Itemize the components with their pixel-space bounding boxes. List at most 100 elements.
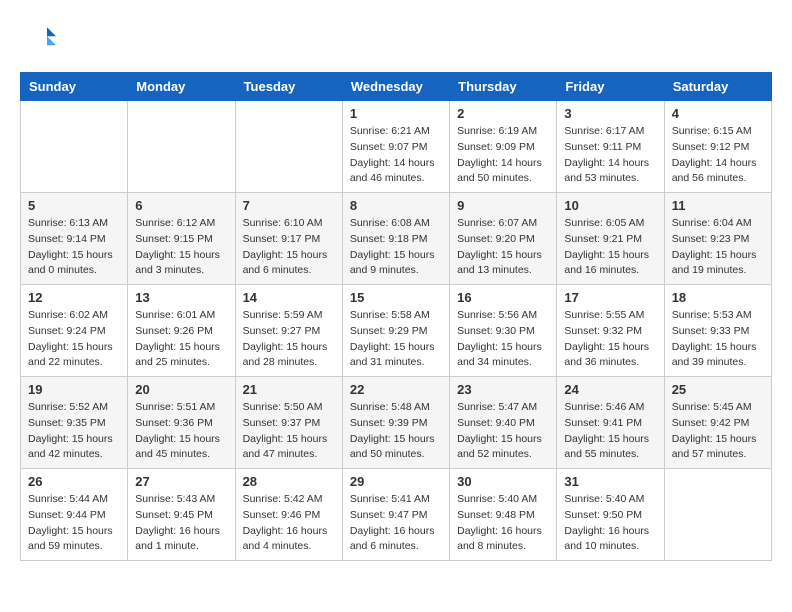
- calendar-cell: 18Sunrise: 5:53 AM Sunset: 9:33 PM Dayli…: [664, 285, 771, 377]
- day-info: Sunrise: 5:50 AM Sunset: 9:37 PM Dayligh…: [243, 400, 335, 463]
- day-number: 27: [135, 474, 227, 489]
- day-info: Sunrise: 6:13 AM Sunset: 9:14 PM Dayligh…: [28, 216, 120, 279]
- calendar-cell: 22 Sunrise: 5:48 AM Sunset: 9:39 PM Dayli…: [342, 377, 449, 469]
- day-info: Sunrise: 6:15 AM Sunset: 9:12 PM Dayligh…: [672, 124, 764, 187]
- day-number: 22: [350, 382, 442, 397]
- calendar-cell: 9 Sunrise: 6:07 AM Sunset: 9:20 PM Daylig…: [450, 193, 557, 285]
- day-info: Sunrise: 5:56 AM Sunset: 9:30 PM Dayligh…: [457, 308, 549, 371]
- day-info: Sunrise: 6:01 AM Sunset: 9:26 PM Dayligh…: [135, 308, 227, 371]
- day-info: Sunrise: 6:04 AM Sunset: 9:23 PM Dayligh…: [672, 216, 764, 279]
- calendar-cell: 11Sunrise: 6:04 AM Sunset: 9:23 PM Dayli…: [664, 193, 771, 285]
- day-info: Sunrise: 5:45 AM Sunset: 9:42 PM Dayligh…: [672, 400, 764, 463]
- day-number: 8: [350, 198, 442, 213]
- day-number: 6: [135, 198, 227, 213]
- day-info: Sunrise: 5:47 AM Sunset: 9:40 PM Dayligh…: [457, 400, 549, 463]
- day-number: 25: [672, 382, 764, 397]
- day-number: 15: [350, 290, 442, 305]
- calendar-cell: 14 Sunrise: 5:59 AM Sunset: 9:27 PM Dayli…: [235, 285, 342, 377]
- day-info: Sunrise: 6:10 AM Sunset: 9:17 PM Dayligh…: [243, 216, 335, 279]
- calendar-cell: 1 Sunrise: 6:21 AM Sunset: 9:07 PM Daylig…: [342, 101, 449, 193]
- calendar-cell: 31 Sunrise: 5:40 AM Sunset: 9:50 PM Dayli…: [557, 469, 664, 561]
- calendar-cell: 15 Sunrise: 5:58 AM Sunset: 9:29 PM Dayli…: [342, 285, 449, 377]
- calendar-cell: 3 Sunrise: 6:17 AM Sunset: 9:11 PM Daylig…: [557, 101, 664, 193]
- day-number: 17: [564, 290, 656, 305]
- logo-icon: [20, 20, 56, 56]
- calendar-cell: 21 Sunrise: 5:50 AM Sunset: 9:37 PM Dayli…: [235, 377, 342, 469]
- day-info: Sunrise: 5:43 AM Sunset: 9:45 PM Dayligh…: [135, 492, 227, 555]
- day-number: 23: [457, 382, 549, 397]
- day-number: 13: [135, 290, 227, 305]
- calendar-cell: 29Sunrise: 5:41 AM Sunset: 9:47 PM Dayli…: [342, 469, 449, 561]
- calendar-cell: 13 Sunrise: 6:01 AM Sunset: 9:26 PM Dayli…: [128, 285, 235, 377]
- day-number: 28: [243, 474, 335, 489]
- day-info: Sunrise: 6:07 AM Sunset: 9:20 PM Dayligh…: [457, 216, 549, 279]
- calendar-header-saturday: Saturday: [664, 73, 771, 101]
- day-info: Sunrise: 6:08 AM Sunset: 9:18 PM Dayligh…: [350, 216, 442, 279]
- day-info: Sunrise: 5:55 AM Sunset: 9:32 PM Dayligh…: [564, 308, 656, 371]
- day-info: Sunrise: 5:52 AM Sunset: 9:35 PM Dayligh…: [28, 400, 120, 463]
- day-number: 26: [28, 474, 120, 489]
- calendar-cell: 20Sunrise: 5:51 AM Sunset: 9:36 PM Dayli…: [128, 377, 235, 469]
- calendar-cell: 30 Sunrise: 5:40 AM Sunset: 9:48 PM Dayli…: [450, 469, 557, 561]
- day-info: Sunrise: 5:46 AM Sunset: 9:41 PM Dayligh…: [564, 400, 656, 463]
- day-number: 12: [28, 290, 120, 305]
- calendar-week-row: 1 Sunrise: 6:21 AM Sunset: 9:07 PM Daylig…: [21, 101, 772, 193]
- calendar-cell: 7 Sunrise: 6:10 AM Sunset: 9:17 PM Daylig…: [235, 193, 342, 285]
- calendar-header-monday: Monday: [128, 73, 235, 101]
- calendar-week-row: 5 Sunrise: 6:13 AM Sunset: 9:14 PM Daylig…: [21, 193, 772, 285]
- day-info: Sunrise: 5:48 AM Sunset: 9:39 PM Dayligh…: [350, 400, 442, 463]
- day-number: 4: [672, 106, 764, 121]
- day-number: 24: [564, 382, 656, 397]
- day-info: Sunrise: 5:40 AM Sunset: 9:48 PM Dayligh…: [457, 492, 549, 555]
- calendar-cell: 25 Sunrise: 5:45 AM Sunset: 9:42 PM Dayli…: [664, 377, 771, 469]
- calendar-cell: 12 Sunrise: 6:02 AM Sunset: 9:24 PM Dayli…: [21, 285, 128, 377]
- calendar-cell: 26 Sunrise: 5:44 AM Sunset: 9:44 PM Dayli…: [21, 469, 128, 561]
- calendar-cell: 28 Sunrise: 5:42 AM Sunset: 9:46 PM Dayli…: [235, 469, 342, 561]
- calendar-header-sunday: Sunday: [21, 73, 128, 101]
- calendar-cell: [21, 101, 128, 193]
- day-number: 1: [350, 106, 442, 121]
- calendar-cell: 24 Sunrise: 5:46 AM Sunset: 9:41 PM Dayli…: [557, 377, 664, 469]
- calendar-cell: [664, 469, 771, 561]
- day-number: 5: [28, 198, 120, 213]
- day-info: Sunrise: 5:58 AM Sunset: 9:29 PM Dayligh…: [350, 308, 442, 371]
- logo: [20, 20, 60, 56]
- calendar-cell: 4 Sunrise: 6:15 AM Sunset: 9:12 PM Daylig…: [664, 101, 771, 193]
- calendar-cell: 19 Sunrise: 5:52 AM Sunset: 9:35 PM Dayli…: [21, 377, 128, 469]
- day-number: 3: [564, 106, 656, 121]
- day-info: Sunrise: 6:17 AM Sunset: 9:11 PM Dayligh…: [564, 124, 656, 187]
- day-number: 30: [457, 474, 549, 489]
- page-header: [20, 20, 772, 56]
- day-number: 9: [457, 198, 549, 213]
- day-number: 14: [243, 290, 335, 305]
- day-info: Sunrise: 5:42 AM Sunset: 9:46 PM Dayligh…: [243, 492, 335, 555]
- calendar-header-thursday: Thursday: [450, 73, 557, 101]
- calendar-cell: 6Sunrise: 6:12 AM Sunset: 9:15 PM Daylig…: [128, 193, 235, 285]
- day-info: Sunrise: 6:02 AM Sunset: 9:24 PM Dayligh…: [28, 308, 120, 371]
- calendar-header-tuesday: Tuesday: [235, 73, 342, 101]
- day-number: 31: [564, 474, 656, 489]
- day-info: Sunrise: 5:40 AM Sunset: 9:50 PM Dayligh…: [564, 492, 656, 555]
- calendar-week-row: 12 Sunrise: 6:02 AM Sunset: 9:24 PM Dayli…: [21, 285, 772, 377]
- day-info: Sunrise: 5:53 AM Sunset: 9:33 PM Dayligh…: [672, 308, 764, 371]
- day-info: Sunrise: 5:59 AM Sunset: 9:27 PM Dayligh…: [243, 308, 335, 371]
- day-number: 21: [243, 382, 335, 397]
- day-info: Sunrise: 6:21 AM Sunset: 9:07 PM Dayligh…: [350, 124, 442, 187]
- day-info: Sunrise: 6:19 AM Sunset: 9:09 PM Dayligh…: [457, 124, 549, 187]
- calendar-cell: [128, 101, 235, 193]
- calendar-week-row: 26 Sunrise: 5:44 AM Sunset: 9:44 PM Dayli…: [21, 469, 772, 561]
- calendar-header-row: SundayMondayTuesdayWednesdayThursdayFrid…: [21, 73, 772, 101]
- calendar-header-friday: Friday: [557, 73, 664, 101]
- day-number: 7: [243, 198, 335, 213]
- day-info: Sunrise: 5:44 AM Sunset: 9:44 PM Dayligh…: [28, 492, 120, 555]
- calendar-cell: 8 Sunrise: 6:08 AM Sunset: 9:18 PM Daylig…: [342, 193, 449, 285]
- day-number: 10: [564, 198, 656, 213]
- calendar-cell: 17 Sunrise: 5:55 AM Sunset: 9:32 PM Dayli…: [557, 285, 664, 377]
- calendar-cell: 16Sunrise: 5:56 AM Sunset: 9:30 PM Dayli…: [450, 285, 557, 377]
- calendar-cell: [235, 101, 342, 193]
- calendar-header-wednesday: Wednesday: [342, 73, 449, 101]
- calendar-cell: 10Sunrise: 6:05 AM Sunset: 9:21 PM Dayli…: [557, 193, 664, 285]
- day-number: 19: [28, 382, 120, 397]
- day-number: 2: [457, 106, 549, 121]
- calendar-table: SundayMondayTuesdayWednesdayThursdayFrid…: [20, 72, 772, 561]
